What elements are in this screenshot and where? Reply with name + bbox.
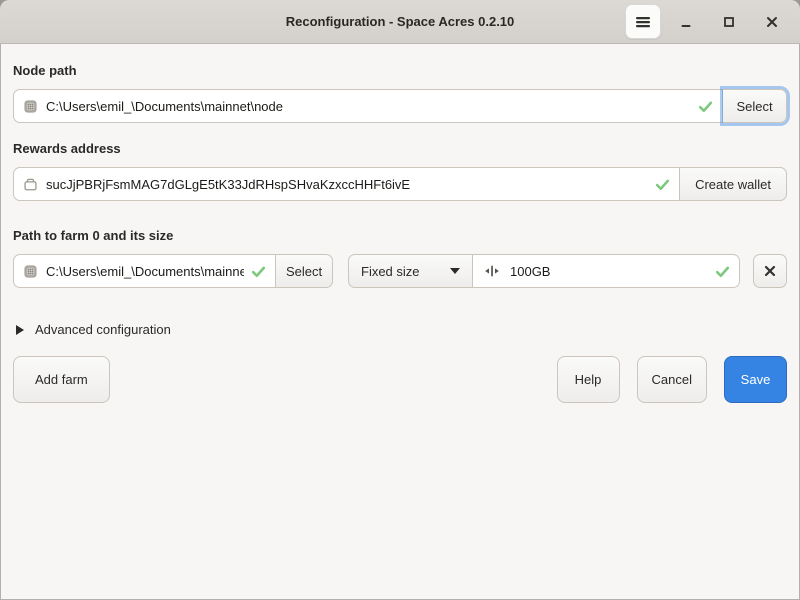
help-button[interactable]: Help — [557, 356, 620, 403]
add-farm-button[interactable]: Add farm — [13, 356, 110, 403]
node-path-select-button[interactable]: Select — [723, 89, 787, 123]
rewards-address-value: sucJjPBRjFsmMAG7dGLgE5tK33JdRHspSHvaKzxc… — [46, 177, 648, 192]
menu-button[interactable] — [625, 4, 661, 39]
node-path-label: Node path — [13, 63, 787, 79]
app-window: Reconfiguration - Space Acres 0.2.10 — [0, 0, 800, 600]
rewards-address-input[interactable]: sucJjPBRjFsmMAG7dGLgE5tK33JdRHspSHvaKzxc… — [13, 167, 680, 201]
node-path-value: C:\Users\emil_\Documents\mainnet\node — [46, 99, 691, 114]
farm-path-input[interactable]: C:\Users\emil_\Documents\mainnet\farm — [13, 254, 276, 288]
farm-size-mode-value: Fixed size — [361, 264, 420, 279]
hamburger-icon — [635, 14, 651, 30]
wallet-icon — [23, 177, 38, 192]
farm-size-input[interactable]: 100GB — [473, 254, 740, 288]
node-path-input[interactable]: C:\Users\emil_\Documents\mainnet\node — [13, 89, 723, 123]
x-icon — [764, 265, 776, 277]
close-button[interactable] — [754, 4, 790, 40]
green-check-icon — [714, 263, 731, 280]
remove-farm-button[interactable] — [753, 254, 787, 288]
green-check-icon — [654, 176, 671, 193]
titlebar: Reconfiguration - Space Acres 0.2.10 — [0, 0, 800, 44]
window-title: Reconfiguration - Space Acres 0.2.10 — [286, 14, 515, 29]
farm-path-select-button[interactable]: Select — [276, 254, 333, 288]
advanced-configuration-expander[interactable]: Advanced configuration — [13, 322, 171, 337]
minimize-icon — [679, 15, 693, 29]
rewards-address-label: Rewards address — [13, 141, 787, 157]
farm-label: Path to farm 0 and its size — [13, 228, 787, 244]
advanced-configuration-label: Advanced configuration — [35, 322, 171, 337]
create-wallet-button[interactable]: Create wallet — [680, 167, 787, 201]
node-path-row: C:\Users\emil_\Documents\mainnet\node Se… — [13, 89, 787, 123]
green-check-icon — [697, 98, 714, 115]
cancel-button[interactable]: Cancel — [637, 356, 707, 403]
save-button[interactable]: Save — [724, 356, 787, 403]
green-check-icon — [250, 263, 267, 280]
expander-arrow-icon — [16, 325, 24, 335]
maximize-icon — [722, 15, 736, 29]
drive-icon — [23, 264, 38, 279]
drive-icon — [23, 99, 38, 114]
farm-row: C:\Users\emil_\Documents\mainnet\farm Se… — [13, 254, 787, 288]
farm-size-value: 100GB — [510, 264, 708, 279]
close-icon — [765, 15, 779, 29]
chevron-down-icon — [450, 268, 460, 274]
titlebar-controls — [625, 0, 790, 43]
maximize-button[interactable] — [711, 4, 747, 40]
dialog-buttons: Help Cancel Save — [557, 356, 787, 403]
resize-horizontal-icon — [482, 264, 502, 278]
rewards-address-row: sucJjPBRjFsmMAG7dGLgE5tK33JdRHspSHvaKzxc… — [13, 167, 787, 201]
farm-size-mode-dropdown[interactable]: Fixed size — [348, 254, 473, 288]
farm-path-value: C:\Users\emil_\Documents\mainnet\farm — [46, 264, 244, 279]
footer-actions: Add farm Help Cancel Save — [13, 356, 787, 403]
main-content: Node path C:\Users\emil_\Documents\mainn… — [0, 63, 800, 403]
minimize-button[interactable] — [668, 4, 704, 40]
